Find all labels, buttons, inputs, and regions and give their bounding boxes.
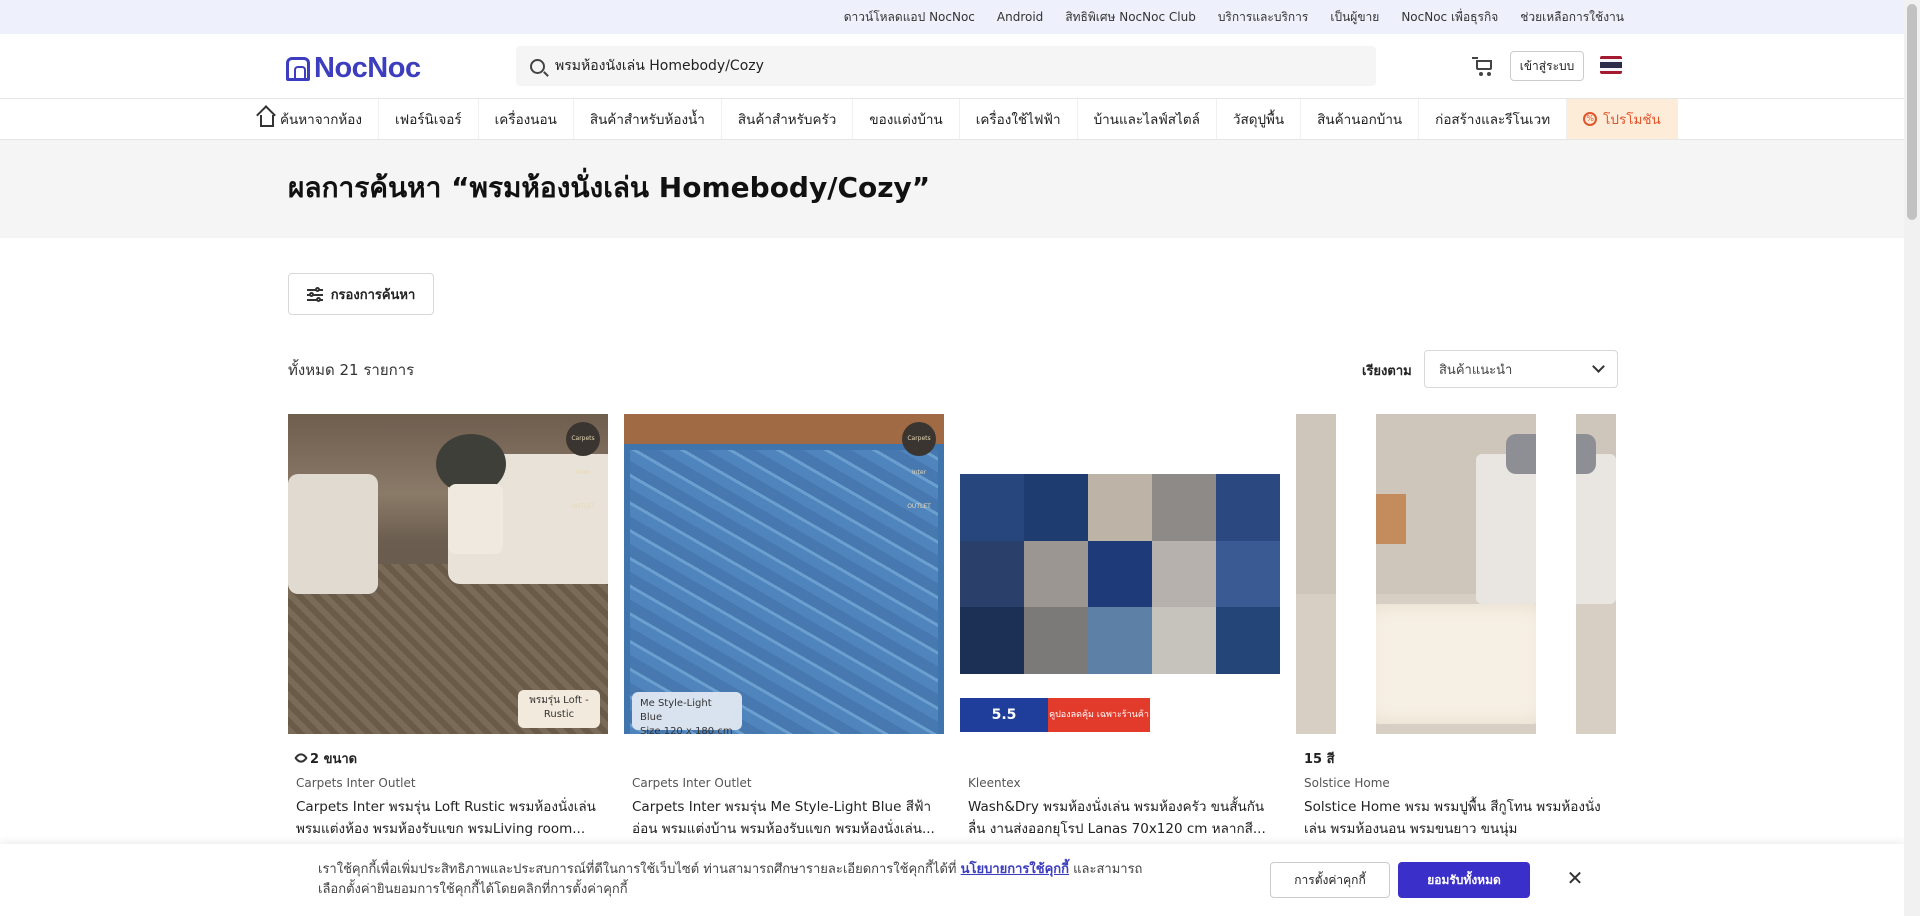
- product-name[interactable]: Carpets Inter พรมรุ่น Me Style-Light Blu…: [632, 796, 936, 840]
- cat-promotion[interactable]: % โปรโมชัน: [1567, 99, 1678, 139]
- ruler-icon: [293, 750, 309, 766]
- cat-label: เครื่องใช้ไฟฟ้า: [975, 112, 1061, 128]
- cat-label: สินค้าสำหรับห้องน้ำ: [589, 112, 705, 128]
- logo-mark-icon: [286, 56, 310, 81]
- cat-outdoor[interactable]: สินค้านอกบ้าน: [1301, 99, 1420, 139]
- cat-appliances[interactable]: เครื่องใช้ไฟฟ้า: [960, 99, 1078, 139]
- accept-all-button[interactable]: ยอมรับทั้งหมด: [1398, 862, 1530, 898]
- cookie-policy-link[interactable]: นโยบายการใช้คุกกี้: [961, 862, 1069, 877]
- cat-bedding[interactable]: เครื่องนอน: [479, 99, 574, 139]
- filter-label: กรองการค้นหา: [330, 287, 416, 303]
- promo-sale-date: 5.5: [960, 698, 1048, 732]
- image-label: พรมรุ่น Loft - Rustic: [518, 690, 600, 728]
- product-grid: Carpets Inter OUTLET พรมรุ่น Loft - Rust…: [288, 414, 1616, 916]
- download-app-link[interactable]: ดาวน์โหลดแอป NocNoc: [844, 8, 975, 27]
- cat-flooring[interactable]: วัสดุปูพื้น: [1217, 99, 1302, 139]
- cat-label: วัสดุปูพื้น: [1232, 112, 1285, 128]
- variant-text: 2 ขนาด: [310, 751, 358, 767]
- promo-icon: %: [1583, 112, 1598, 126]
- product-brand[interactable]: Kleentex: [968, 776, 1272, 790]
- cat-label: ค้นหาจากห้อง: [280, 112, 363, 128]
- filter-sliders-icon: [306, 287, 323, 302]
- close-icon[interactable]: ✕: [1560, 864, 1590, 894]
- page-scrollbar[interactable]: [1904, 0, 1920, 916]
- promo-coupon: คูปองลดคุ้ม เฉพาะร้านค้า: [1048, 698, 1150, 732]
- cookie-text: เราใช้คุกกี้เพื่อเพิ่มประสิทธิภาพและประส…: [318, 860, 1158, 900]
- seller-link[interactable]: เป็นผู้ขาย: [1330, 8, 1379, 27]
- product-card[interactable]: Carpets Inter OUTLET พรมรุ่น Loft - Rust…: [288, 414, 608, 916]
- thai-flag-icon[interactable]: [1600, 56, 1622, 74]
- cat-label: โปรโมชัน: [1603, 112, 1661, 128]
- results-count: ทั้งหมด 21 รายการ: [288, 361, 415, 379]
- brand-badge-logo: Carpets Inter OUTLET: [902, 422, 936, 510]
- scrollbar-thumb[interactable]: [1907, 4, 1917, 220]
- product-card[interactable]: 15 สี Solstice Home Solstice Home พรม พร…: [1296, 414, 1616, 916]
- top-utility-bar: ดาวน์โหลดแอป NocNoc Android สิทธิพิเศษ N…: [0, 0, 1904, 34]
- variant-info: [632, 748, 936, 768]
- main-header: NocNoc เข้าสู่ระบบ: [0, 34, 1904, 98]
- variant-info: 15 สี: [1304, 751, 1335, 767]
- search-results-header: ผลการค้นหา “พรมห้องนั่งเล่น Homebody/Coz…: [0, 140, 1904, 238]
- image-label: Me Style-Light Blue Size 120 x 180 cm: [632, 692, 742, 734]
- business-link[interactable]: NocNoc เพื่อธุรกิจ: [1401, 8, 1498, 27]
- cat-label: ของแต่งบ้าน: [869, 112, 943, 128]
- product-brand[interactable]: Carpets Inter Outlet: [632, 776, 936, 790]
- variant-info: [968, 748, 1272, 768]
- product-brand[interactable]: Carpets Inter Outlet: [296, 776, 600, 790]
- promo-banner: 5.5 คูปองลดคุ้ม เฉพาะร้านค้า: [960, 698, 1150, 732]
- sort-label: เรียงตาม: [1362, 364, 1412, 379]
- search-icon[interactable]: [530, 58, 545, 74]
- search-input[interactable]: [555, 58, 1335, 74]
- image-label-size: Size 120 x 180 cm: [640, 726, 733, 734]
- cat-bathroom[interactable]: สินค้าสำหรับห้องน้ำ: [574, 99, 722, 139]
- nocnoc-logo[interactable]: NocNoc: [286, 52, 421, 85]
- services-link[interactable]: บริการและบริการ: [1218, 8, 1309, 27]
- product-image[interactable]: [1296, 414, 1616, 734]
- product-name[interactable]: Wash&Dry พรมห้องนั่งเล่น พรมห้องครัว ขนส…: [968, 796, 1272, 840]
- login-button[interactable]: เข้าสู่ระบบ: [1510, 51, 1584, 81]
- cat-label: บ้านและไลฟ์สไตล์: [1093, 112, 1200, 128]
- page-title: ผลการค้นหา “พรมห้องนั่งเล่น Homebody/Coz…: [288, 171, 931, 204]
- product-card[interactable]: 5.5 คูปองลดคุ้ม เฉพาะร้านค้า Kleentex Wa…: [960, 414, 1280, 916]
- cookie-banner: เราใช้คุกกี้เพื่อเพิ่มประสิทธิภาพและประส…: [0, 844, 1904, 916]
- product-brand[interactable]: Solstice Home: [1304, 776, 1608, 790]
- cookie-text-part: เราใช้คุกกี้เพื่อเพิ่มประสิทธิภาพและประส…: [318, 862, 961, 877]
- cat-label: ก่อสร้างและรีโนเวท: [1435, 112, 1551, 128]
- product-card[interactable]: Carpets Inter OUTLET Me Style-Light Blue…: [624, 414, 944, 916]
- variant-info: 2 ขนาด: [293, 748, 600, 768]
- cat-kitchen[interactable]: สินค้าสำหรับครัว: [722, 99, 854, 139]
- search-bar[interactable]: [516, 46, 1376, 86]
- cat-shop-by-room[interactable]: ค้นหาจากห้อง: [244, 99, 380, 139]
- cat-label: สินค้านอกบ้าน: [1317, 112, 1403, 128]
- cat-renovation[interactable]: ก่อสร้างและรีโนเวท: [1419, 99, 1568, 139]
- filter-button[interactable]: กรองการค้นหา: [288, 273, 434, 315]
- image-label-title: Me Style-Light Blue: [640, 698, 712, 723]
- product-name[interactable]: Solstice Home พรม พรมปูพื้น สีกูโทน พรมห…: [1304, 796, 1608, 840]
- cat-home-decor[interactable]: ของแต่งบ้าน: [853, 99, 960, 139]
- product-image[interactable]: Carpets Inter OUTLET พรมรุ่น Loft - Rust…: [288, 414, 608, 734]
- help-link[interactable]: ช่วยเหลือการใช้งาน: [1520, 8, 1624, 27]
- product-image[interactable]: Carpets Inter OUTLET Me Style-Light Blue…: [624, 414, 944, 734]
- product-name[interactable]: Carpets Inter พรมรุ่น Loft Rustic พรมห้อ…: [296, 796, 600, 840]
- home-icon: [260, 114, 274, 127]
- cat-label: เครื่องนอน: [494, 112, 557, 128]
- brand-badge-logo: Carpets Inter OUTLET: [566, 422, 600, 510]
- sort-select[interactable]: สินค้าแนะนำ: [1424, 350, 1618, 388]
- logo-text: NocNoc: [314, 52, 421, 84]
- product-image[interactable]: 5.5 คูปองลดคุ้ม เฉพาะร้านค้า: [960, 414, 1280, 734]
- cat-label: สินค้าสำหรับครัว: [737, 112, 837, 128]
- sort-selected-value: สินค้าแนะนำ: [1439, 362, 1513, 378]
- chevron-down-icon: [1592, 360, 1605, 373]
- cat-lifestyle[interactable]: บ้านและไลฟ์สไตล์: [1078, 99, 1217, 139]
- cart-icon[interactable]: [1472, 56, 1494, 76]
- club-link[interactable]: สิทธิพิเศษ NocNoc Club: [1065, 8, 1196, 27]
- cat-furniture[interactable]: เฟอร์นิเจอร์: [379, 99, 479, 139]
- cookie-settings-button[interactable]: การตั้งค่าคุกกี้: [1270, 862, 1390, 898]
- category-nav: ค้นหาจากห้อง เฟอร์นิเจอร์ เครื่องนอน สิน…: [0, 98, 1904, 140]
- android-link[interactable]: Android: [997, 10, 1043, 24]
- cat-label: เฟอร์นิเจอร์: [395, 112, 462, 128]
